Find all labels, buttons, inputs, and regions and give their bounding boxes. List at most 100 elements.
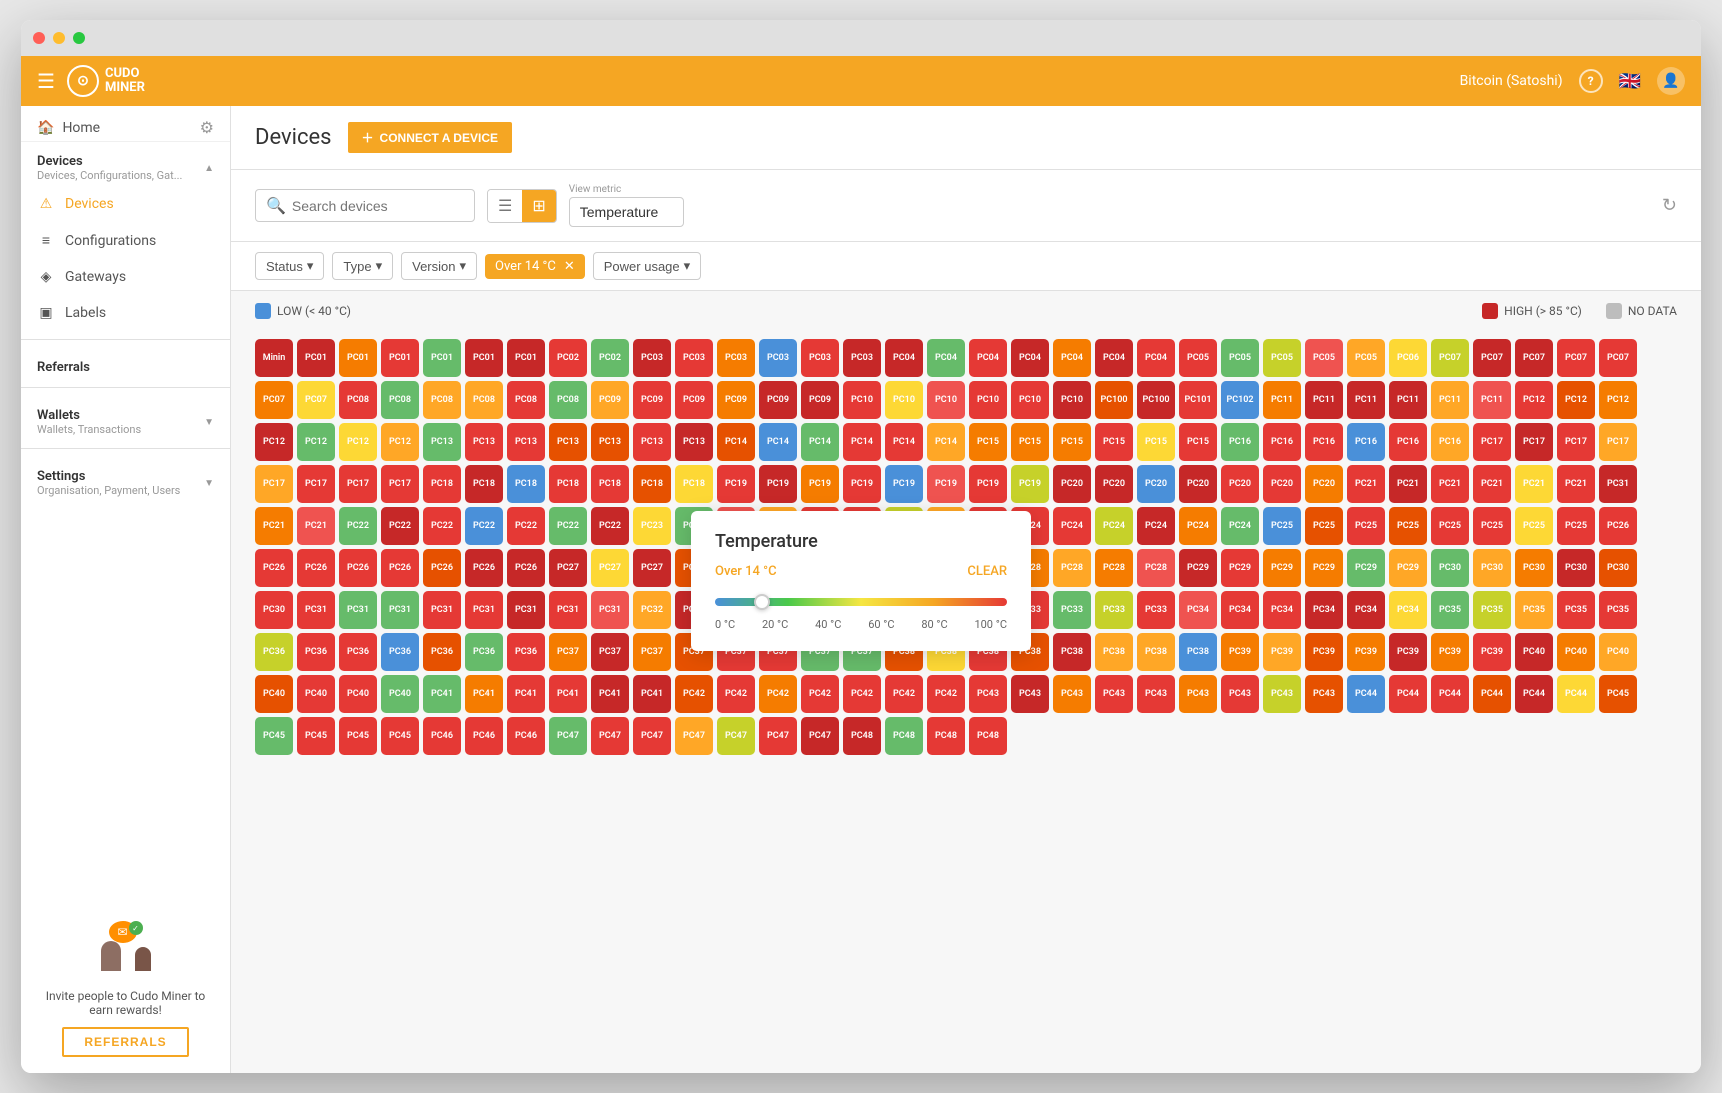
device-tile[interactable]: PC01 [507, 339, 545, 377]
device-tile[interactable]: PC31 [1599, 465, 1637, 503]
device-tile[interactable]: PC08 [423, 381, 461, 419]
device-tile[interactable]: PC10 [927, 381, 965, 419]
sidebar-item-configurations[interactable]: ≡ Configurations [21, 222, 230, 259]
device-tile[interactable]: PC46 [507, 717, 545, 755]
device-tile[interactable]: PC17 [255, 465, 293, 503]
device-tile[interactable]: PC44 [1473, 675, 1511, 713]
device-tile[interactable]: PC03 [759, 339, 797, 377]
device-tile[interactable]: PC29 [1221, 549, 1259, 587]
device-tile[interactable]: PC36 [255, 633, 293, 671]
device-tile[interactable]: PC02 [549, 339, 587, 377]
device-tile[interactable]: PC43 [1221, 675, 1259, 713]
device-tile[interactable]: PC13 [633, 423, 671, 461]
device-tile[interactable]: PC10 [969, 381, 1007, 419]
device-tile[interactable]: PC25 [1557, 507, 1595, 545]
device-tile[interactable]: PC28 [1053, 549, 1091, 587]
device-tile[interactable]: PC21 [1515, 465, 1553, 503]
device-tile[interactable]: PC39 [1305, 633, 1343, 671]
device-tile[interactable]: PC03 [675, 339, 713, 377]
device-tile[interactable]: PC47 [675, 717, 713, 755]
device-tile[interactable]: PC20 [1305, 465, 1343, 503]
filter-close-icon[interactable]: ✕ [564, 259, 575, 274]
sidebar-item-devices[interactable]: ⚠ Devices [21, 186, 230, 222]
device-tile[interactable]: PC30 [1431, 549, 1469, 587]
device-tile[interactable]: PC09 [633, 381, 671, 419]
device-tile[interactable]: PC35 [1473, 591, 1511, 629]
device-tile[interactable]: PC22 [339, 507, 377, 545]
sidebar-item-gateways[interactable]: ◈ Gateways [21, 259, 230, 295]
device-tile[interactable]: PC22 [591, 507, 629, 545]
device-tile[interactable]: PC47 [717, 717, 755, 755]
device-tile[interactable]: PC26 [423, 549, 461, 587]
device-tile[interactable]: PC04 [885, 339, 923, 377]
device-tile[interactable]: Minin [255, 339, 293, 377]
device-tile[interactable]: PC19 [885, 465, 923, 503]
device-tile[interactable]: PC15 [969, 423, 1007, 461]
device-tile[interactable]: PC20 [1095, 465, 1133, 503]
device-tile[interactable]: PC07 [1473, 339, 1511, 377]
device-tile[interactable]: PC05 [1263, 339, 1301, 377]
device-tile[interactable]: PC34 [1305, 591, 1343, 629]
device-tile[interactable]: PC36 [507, 633, 545, 671]
device-tile[interactable]: PC34 [1179, 591, 1217, 629]
device-tile[interactable]: PC20 [1137, 465, 1175, 503]
device-tile[interactable]: PC10 [1053, 381, 1091, 419]
device-tile[interactable]: PC38 [1053, 633, 1091, 671]
device-tile[interactable]: PC14 [759, 423, 797, 461]
device-tile[interactable]: PC36 [339, 633, 377, 671]
device-tile[interactable]: PC41 [549, 675, 587, 713]
device-tile[interactable]: PC18 [675, 465, 713, 503]
device-tile[interactable]: PC08 [339, 381, 377, 419]
device-tile[interactable]: PC44 [1557, 675, 1595, 713]
device-tile[interactable]: PC39 [1221, 633, 1259, 671]
device-tile[interactable]: PC23 [633, 507, 671, 545]
device-tile[interactable]: PC18 [423, 465, 461, 503]
device-tile[interactable]: PC18 [465, 465, 503, 503]
device-tile[interactable]: PC47 [801, 717, 839, 755]
device-tile[interactable]: PC28 [1095, 549, 1133, 587]
device-tile[interactable]: PC12 [1599, 381, 1637, 419]
device-tile[interactable]: PC03 [717, 339, 755, 377]
device-tile[interactable]: PC08 [507, 381, 545, 419]
device-tile[interactable]: PC43 [1263, 675, 1301, 713]
device-tile[interactable]: PC40 [339, 675, 377, 713]
search-input[interactable] [292, 198, 464, 214]
device-tile[interactable]: PC07 [297, 381, 335, 419]
device-tile[interactable]: PC15 [1011, 423, 1049, 461]
device-tile[interactable]: PC47 [633, 717, 671, 755]
device-tile[interactable]: PC29 [1347, 549, 1385, 587]
device-tile[interactable]: PC44 [1515, 675, 1553, 713]
device-tile[interactable]: PC01 [423, 339, 461, 377]
device-tile[interactable]: PC35 [1557, 591, 1595, 629]
device-tile[interactable]: PC11 [1305, 381, 1343, 419]
settings-header[interactable]: Settings Organisation, Payment, Users ▼ [37, 469, 214, 497]
connect-device-button[interactable]: ＋ CONNECT A DEVICE [348, 122, 512, 153]
help-icon[interactable]: ? [1579, 69, 1603, 93]
device-tile[interactable]: PC04 [1011, 339, 1049, 377]
device-tile[interactable]: PC48 [969, 717, 1007, 755]
device-tile[interactable]: PC16 [1389, 423, 1427, 461]
power-usage-filter[interactable]: Power usage ▾ [593, 252, 701, 280]
device-tile[interactable]: PC44 [1389, 675, 1427, 713]
device-tile[interactable]: PC19 [843, 465, 881, 503]
device-tile[interactable]: PC20 [1053, 465, 1091, 503]
device-tile[interactable]: PC03 [801, 339, 839, 377]
close-dot[interactable] [33, 32, 45, 44]
device-tile[interactable]: PC07 [1557, 339, 1595, 377]
device-tile[interactable]: PC39 [1389, 633, 1427, 671]
device-tile[interactable]: PC33 [1053, 591, 1091, 629]
device-tile[interactable]: PC01 [297, 339, 335, 377]
device-tile[interactable]: PC35 [1431, 591, 1469, 629]
device-tile[interactable]: PC47 [591, 717, 629, 755]
device-tile[interactable]: PC43 [1305, 675, 1343, 713]
device-tile[interactable]: PC16 [1347, 423, 1385, 461]
device-tile[interactable]: PC11 [1389, 381, 1427, 419]
device-tile[interactable]: PC25 [1263, 507, 1301, 545]
device-tile[interactable]: PC34 [1389, 591, 1427, 629]
device-tile[interactable]: PC45 [255, 717, 293, 755]
device-tile[interactable]: PC04 [1053, 339, 1091, 377]
device-tile[interactable]: PC17 [1473, 423, 1511, 461]
device-tile[interactable]: PC100 [1095, 381, 1133, 419]
device-tile[interactable]: PC36 [297, 633, 335, 671]
device-tile[interactable]: PC10 [843, 381, 881, 419]
